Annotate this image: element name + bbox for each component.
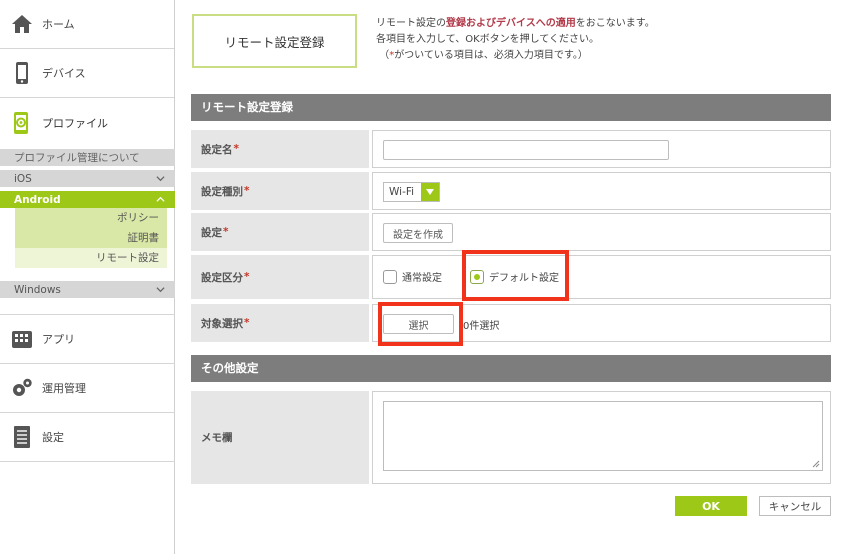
intro-text: リモート設定の登録およびデバイスへの適用をおこないます。 各項目を入力して、OK… [376, 16, 655, 64]
os-ios-label: iOS [14, 172, 32, 185]
nav-settings[interactable]: 設定 [0, 413, 175, 462]
intro-line-3: （*がついている項目は、必須入力項目です。） [379, 50, 588, 61]
setting-type-label: 設定種別 * [191, 172, 369, 210]
nav-apps-label: アプリ [42, 333, 75, 346]
home-icon [10, 11, 34, 37]
highlight-target-select [378, 302, 463, 346]
setting-name-field [372, 130, 831, 168]
dropdown-arrow-icon [421, 183, 439, 201]
nav-profile-label: プロファイル [42, 116, 108, 130]
profile-gear-icon [10, 110, 34, 136]
highlight-default-setting [462, 250, 569, 301]
subnav-policy[interactable]: ポリシー [15, 208, 167, 228]
os-android-label: Android [14, 193, 61, 206]
setting-name-label: 設定名 * [191, 130, 369, 168]
app-root: ホーム デバイス プロファイル プロファイル管理について iOS Android… [0, 0, 868, 554]
page-title: リモート設定登録 [192, 14, 357, 68]
nav-home[interactable]: ホーム [0, 0, 174, 49]
subnav-certificate[interactable]: 証明書 [15, 228, 167, 248]
nav-devices[interactable]: デバイス [0, 49, 174, 98]
setting-type-value: Wi-Fi [389, 186, 415, 198]
setting-config-label: 設定 * [191, 213, 369, 251]
setting-type-select[interactable]: Wi-Fi [383, 182, 440, 202]
chevron-up-icon [156, 196, 165, 202]
target-count: 0件選択 [463, 321, 500, 332]
intro-line-2: 各項目を入力して、OKボタンを押してください。 [376, 34, 600, 45]
nav-home-label: ホーム [42, 18, 75, 31]
apps-grid-icon [10, 326, 34, 352]
nav-settings-label: 設定 [42, 431, 64, 444]
memo-field [372, 391, 831, 484]
section-other-settings-header: その他設定 [191, 355, 831, 382]
sidebar: ホーム デバイス プロファイル プロファイル管理について iOS Android… [0, 0, 175, 554]
sidebar-lower-nav: アプリ 運用管理 設定 [0, 314, 175, 462]
memo-label: メモ欄 [191, 391, 369, 484]
setting-name-input[interactable] [383, 140, 669, 160]
os-windows-toggle[interactable]: Windows [0, 281, 175, 298]
smartphone-icon [10, 60, 34, 86]
intro-line-1: リモート設定の登録およびデバイスへの適用をおこないます。 [376, 18, 655, 29]
gears-icon [10, 375, 34, 401]
category-normal-option[interactable]: 通常設定 [383, 269, 442, 284]
setting-category-label: 設定区分 * [191, 255, 369, 299]
target-select-label: 対象選択 * [191, 304, 369, 342]
create-setting-button[interactable]: 設定を作成 [383, 223, 453, 243]
nav-operations[interactable]: 運用管理 [0, 364, 175, 413]
resize-grip-icon[interactable] [812, 460, 820, 468]
nav-profile[interactable]: プロファイル [0, 98, 174, 147]
memo-textarea[interactable] [383, 401, 823, 471]
ok-button[interactable]: OK [675, 496, 747, 516]
os-windows-label: Windows [14, 283, 61, 296]
chevron-down-icon [156, 287, 165, 293]
setting-type-field: Wi-Fi [372, 172, 831, 210]
setting-category-field: 通常設定 デフォルト設定 [372, 255, 831, 299]
document-list-icon [10, 424, 34, 450]
subnav-remote-settings[interactable]: リモート設定 [15, 248, 167, 268]
os-android-toggle[interactable]: Android [0, 191, 175, 208]
profile-about-link[interactable]: プロファイル管理について [0, 149, 175, 166]
nav-operations-label: 運用管理 [42, 382, 86, 395]
category-normal-radio[interactable] [383, 269, 397, 284]
nav-apps[interactable]: アプリ [0, 315, 175, 364]
category-normal-label: 通常設定 [402, 273, 442, 284]
setting-config-field: 設定を作成 [372, 213, 831, 251]
android-subnav: ポリシー 証明書 リモート設定 [15, 208, 167, 268]
section-remote-settings-header: リモート設定登録 [191, 94, 831, 121]
cancel-button[interactable]: キャンセル [759, 496, 831, 516]
chevron-down-icon [156, 176, 165, 182]
nav-devices-label: デバイス [42, 67, 86, 80]
os-ios-toggle[interactable]: iOS [0, 170, 175, 187]
